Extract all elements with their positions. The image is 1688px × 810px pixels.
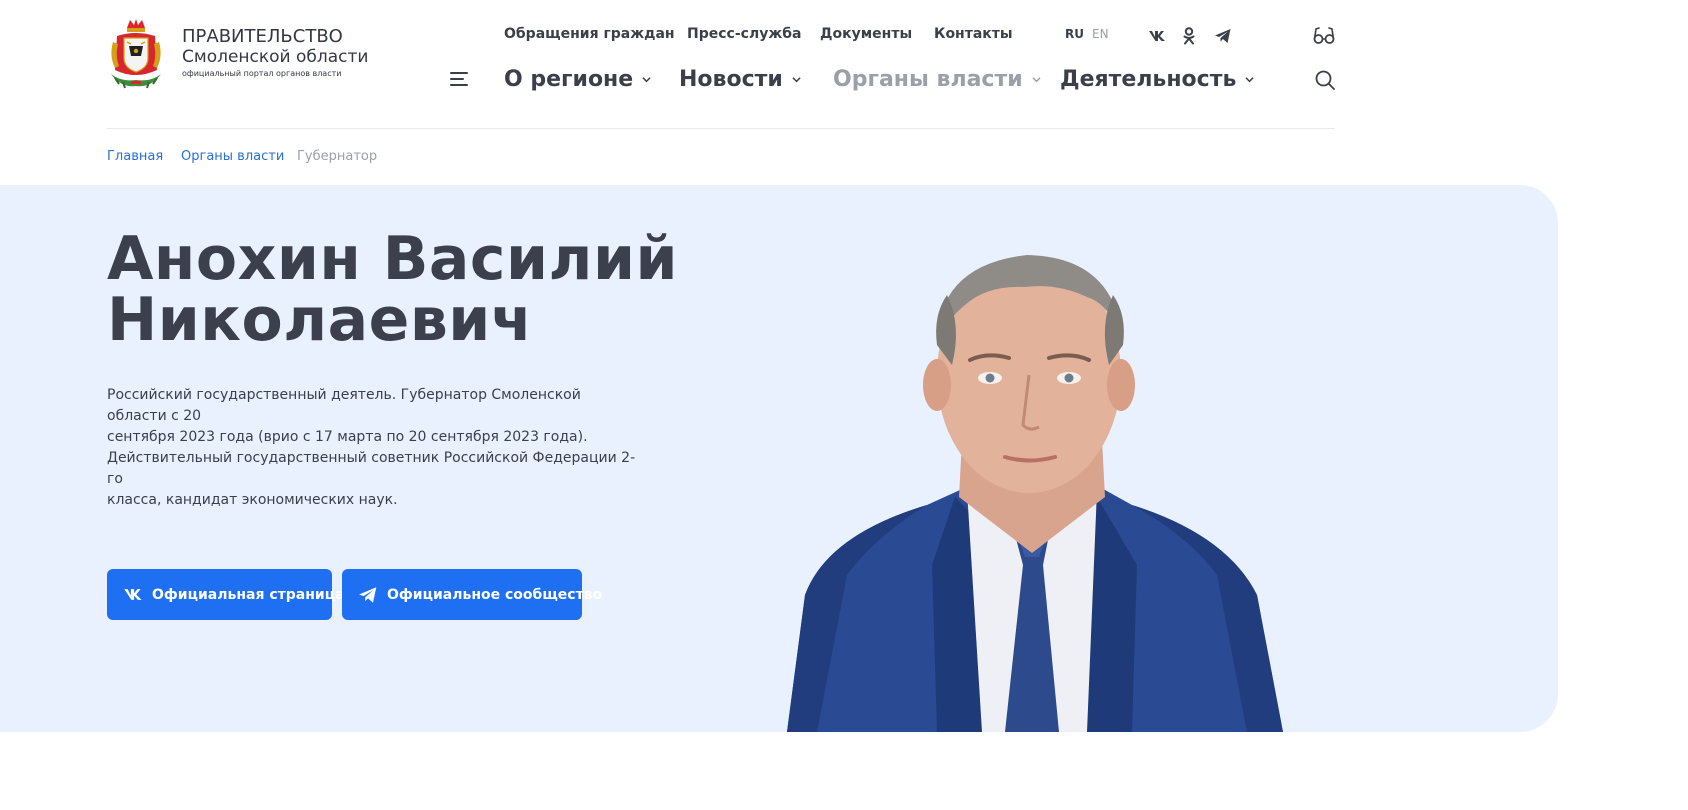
chevron-down-icon <box>1245 76 1254 82</box>
bio-text: Российский государственный деятель. Губе… <box>107 385 637 511</box>
header-divider <box>107 128 1335 129</box>
breadcrumb-current: Губернатор <box>297 149 378 164</box>
official-community-label: Официальное сообщество <box>387 586 603 603</box>
nav-about-region-label: О регионе <box>504 66 634 92</box>
top-nav-appeals[interactable]: Обращения граждан <box>504 26 675 42</box>
nav-news[interactable]: Новости <box>679 63 801 95</box>
telegram-icon[interactable] <box>1213 27 1233 45</box>
official-community-button[interactable]: Официальное сообщество <box>342 569 602 620</box>
top-nav-documents[interactable]: Документы <box>820 26 912 42</box>
nav-activity-label: Деятельность <box>1060 66 1237 92</box>
nav-news-label: Новости <box>679 66 783 92</box>
top-nav-press[interactable]: Пресс-служба <box>687 26 801 42</box>
bio-line-1: Российский государственный деятель. Губе… <box>107 387 581 424</box>
nav-activity[interactable]: Деятельность <box>1060 63 1254 95</box>
brand-line-2: Смоленской области <box>182 47 369 67</box>
hamburger-icon[interactable] <box>450 72 468 86</box>
hero-section: Анохин Василий Николаевич Российский гос… <box>0 185 1558 732</box>
vk-icon[interactable] <box>1147 27 1167 45</box>
brand-tagline: официальный портал органов власти <box>182 69 342 78</box>
odnoklassniki-icon[interactable] <box>1181 27 1197 45</box>
chevron-down-icon <box>642 76 651 82</box>
official-page-button[interactable]: Официальная страница <box>107 569 345 620</box>
glasses-icon[interactable] <box>1312 25 1336 47</box>
page-title: Анохин Василий Николаевич <box>107 229 727 351</box>
lang-en[interactable]: EN <box>1092 27 1109 41</box>
title-line-2: Николаевич <box>107 285 533 355</box>
chevron-down-icon <box>1032 76 1041 82</box>
lang-ru[interactable]: RU <box>1065 27 1084 41</box>
chevron-down-icon <box>792 76 801 82</box>
bio-line-3: Действительный государственный советник … <box>107 450 636 487</box>
breadcrumb-home[interactable]: Главная <box>107 149 163 164</box>
brand-line-1: ПРАВИТЕЛЬСТВО <box>182 26 343 47</box>
breadcrumb-authorities[interactable]: Органы власти <box>181 149 284 164</box>
nav-authorities-label: Органы власти <box>833 66 1023 92</box>
nav-authorities[interactable]: Органы власти <box>833 63 1041 95</box>
title-line-1: Анохин Василий <box>107 224 679 294</box>
bio-line-2: сентября 2023 года (врио с 17 марта по 2… <box>107 429 588 445</box>
search-icon[interactable] <box>1314 69 1336 91</box>
brand-title[interactable]: ПРАВИТЕЛЬСТВО Смоленской области официал… <box>182 26 368 81</box>
top-nav-contacts[interactable]: Контакты <box>934 26 1013 42</box>
official-page-label: Официальная страница <box>152 586 345 603</box>
bio-line-4: класса, кандидат экономических наук. <box>107 492 398 508</box>
vk-icon <box>123 585 143 605</box>
coat-of-arms-logo[interactable] <box>107 18 165 92</box>
telegram-icon <box>358 585 378 605</box>
nav-about-region[interactable]: О регионе <box>504 63 651 95</box>
governor-portrait <box>787 235 1283 732</box>
